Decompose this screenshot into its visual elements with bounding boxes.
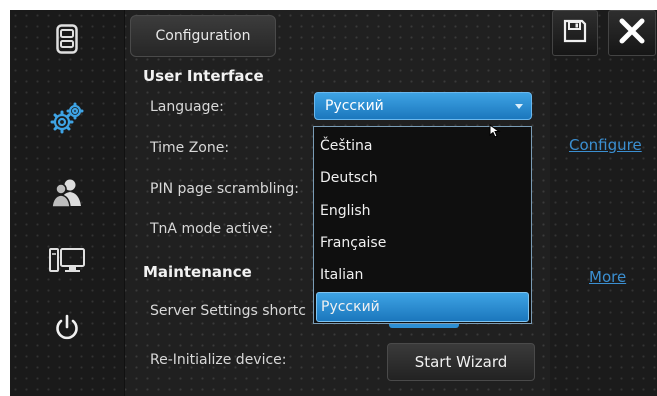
- start-wizard-button[interactable]: Start Wizard: [387, 343, 535, 381]
- language-option-selected[interactable]: Русский: [316, 292, 529, 322]
- tna-mode-label: TnA mode active:: [150, 221, 273, 237]
- language-option[interactable]: Française: [316, 228, 529, 258]
- language-label: Language:: [150, 99, 224, 115]
- computer-icon: [49, 247, 85, 279]
- start-wizard-label: Start Wizard: [414, 353, 508, 371]
- tab-configuration[interactable]: Configuration: [130, 15, 276, 57]
- user-interface-heading: User Interface: [143, 67, 264, 85]
- sidebar-item-configuration[interactable]: [37, 95, 97, 145]
- chevron-down-icon: [515, 104, 523, 109]
- close-icon: [619, 18, 645, 48]
- right-panel: [550, 10, 657, 396]
- power-icon: [54, 314, 80, 346]
- card-reader-icon: [56, 24, 78, 58]
- gears-icon: [47, 100, 87, 140]
- time-zone-label: Time Zone:: [150, 140, 230, 156]
- users-icon: [50, 178, 84, 212]
- language-option[interactable]: English: [316, 196, 529, 226]
- floppy-disk-icon: [563, 19, 587, 47]
- reinitialize-label: Re-Initialize device:: [150, 352, 287, 368]
- tab-label: Configuration: [155, 28, 251, 44]
- save-button[interactable]: [552, 10, 598, 56]
- time-zone-configure-link[interactable]: Configure: [569, 136, 642, 154]
- language-option[interactable]: Italian: [316, 260, 529, 290]
- language-dropdown-list: Čeština Deutsch English Française Italia…: [313, 126, 532, 324]
- screen: Configuration User Interface Language: T…: [10, 10, 657, 396]
- pin-scrambling-label: PIN page scrambling:: [150, 181, 300, 197]
- sidebar: [10, 10, 125, 396]
- mouse-cursor-icon: [489, 123, 501, 142]
- sidebar-item-users[interactable]: [37, 170, 97, 220]
- close-button[interactable]: [608, 10, 656, 56]
- sidebar-item-devices[interactable]: [37, 238, 97, 288]
- sidebar-item-power[interactable]: [37, 305, 97, 355]
- language-option[interactable]: Deutsch: [316, 163, 529, 193]
- language-select-value: Русский: [325, 98, 384, 114]
- maintenance-more-link[interactable]: More: [589, 268, 626, 286]
- language-select[interactable]: Русский: [314, 92, 532, 120]
- maintenance-heading: Maintenance: [143, 263, 252, 281]
- server-settings-label: Server Settings shortc: [150, 303, 306, 319]
- sidebar-item-card-reader[interactable]: [37, 16, 97, 66]
